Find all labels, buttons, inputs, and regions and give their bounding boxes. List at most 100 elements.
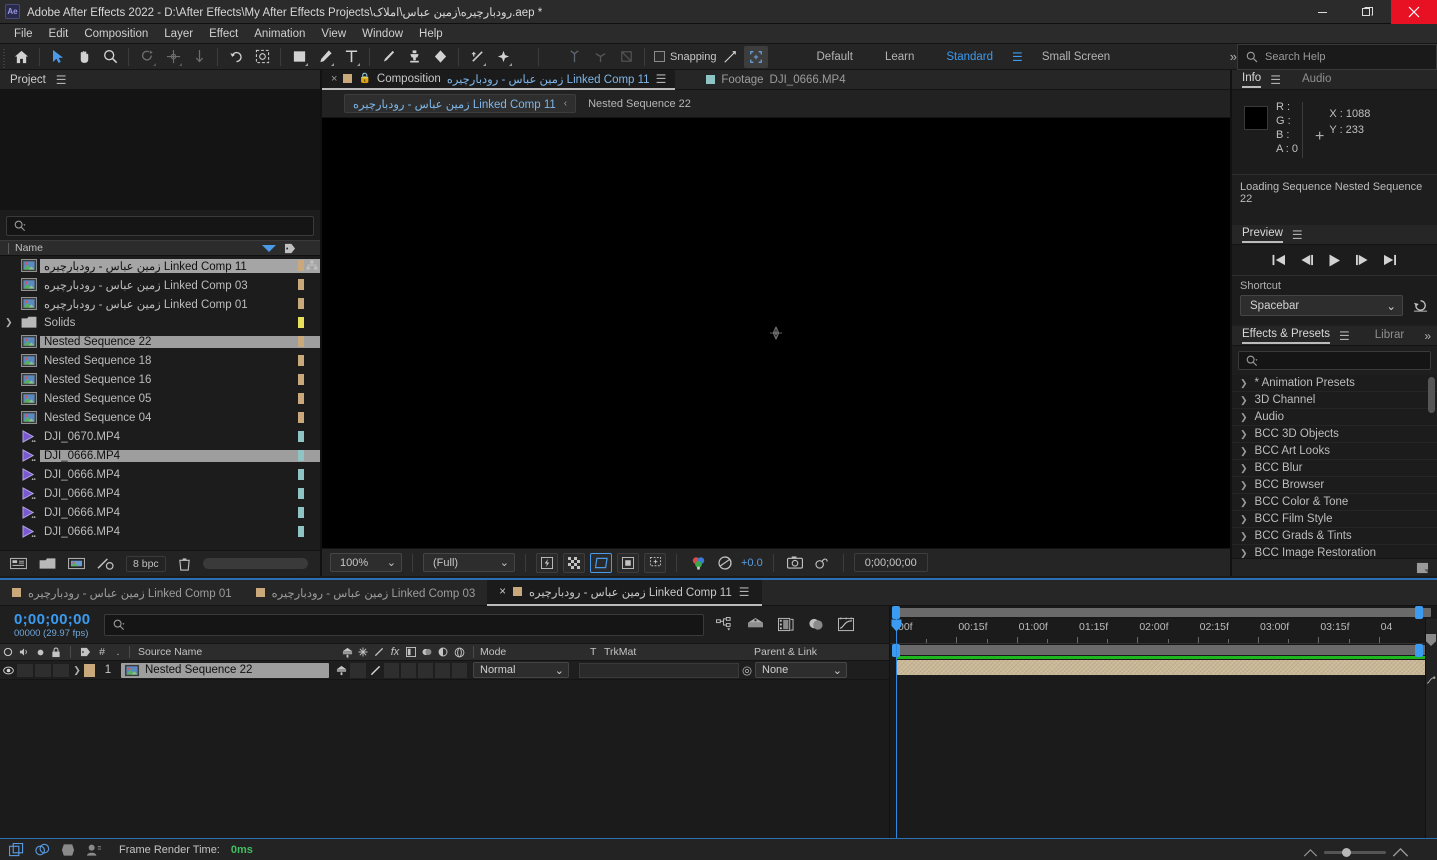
current-time-display[interactable]: 0;00;00;00 00000 (29.97 fps) [0, 611, 104, 639]
show-snapshot-icon[interactable] [811, 553, 833, 573]
layer-disclosure-icon[interactable]: ❯ [70, 665, 84, 676]
fast-preview-icon[interactable] [536, 552, 558, 573]
keyframe-nav-handle[interactable] [1426, 634, 1436, 646]
info-panel-menu-icon[interactable]: ☰ [1270, 73, 1281, 87]
project-item[interactable]: زمین عباس - رودبارچیره Linked Comp 03 [0, 275, 320, 294]
layer-mode-select[interactable]: Normal ⌄ [473, 662, 569, 678]
disclosure-triangle-icon[interactable]: ❯ [1240, 446, 1248, 457]
graph-editor-icon[interactable] [838, 617, 855, 632]
new-folder-interpret-icon[interactable] [10, 557, 27, 570]
tab-audio[interactable]: Audio [1302, 73, 1331, 87]
workspace-menu-icon[interactable]: ☰ [1009, 50, 1026, 64]
camera-tool-icon[interactable] [161, 46, 185, 68]
draft-3d-icon[interactable] [747, 617, 764, 632]
maximize-button[interactable] [1345, 0, 1391, 24]
tab-libraries[interactable]: Librar [1375, 329, 1404, 343]
motion-path-icon[interactable] [1426, 675, 1436, 685]
snapshot-icon[interactable] [784, 553, 806, 573]
layer-solo-toggle[interactable] [35, 663, 51, 677]
menu-file[interactable]: File [6, 26, 41, 42]
selection-tool-icon[interactable] [46, 46, 70, 68]
chevron-left-icon[interactable]: ‹ [564, 98, 567, 109]
in-out-panel-icon[interactable] [61, 843, 75, 857]
effects-category-row[interactable]: ❯ BCC Browser [1232, 477, 1437, 494]
work-area-end-handle[interactable] [1415, 644, 1423, 657]
menu-view[interactable]: View [313, 26, 354, 42]
composition-canvas[interactable] [322, 118, 1230, 548]
transform-box-icon[interactable] [743, 45, 768, 68]
toolbar-grip[interactable] [0, 43, 8, 70]
disclosure-triangle-icon[interactable]: ❯ [1240, 412, 1248, 423]
search-help-field[interactable]: Search Help [1237, 44, 1437, 70]
disclosure-triangle-icon[interactable]: ❯ [1240, 480, 1248, 491]
workspace-small-screen[interactable]: Small Screen [1026, 48, 1126, 66]
workspace-standard[interactable]: Standard [930, 48, 1009, 66]
project-item[interactable]: Nested Sequence 04 [0, 408, 320, 427]
project-item[interactable]: زمین عباس - رودبارچیره Linked Comp 01 [0, 294, 320, 313]
timeline-navigator[interactable] [890, 606, 1437, 619]
pin-star-icon[interactable] [491, 46, 515, 68]
timeline-tab[interactable]: زمین عباس - رودبارچیره Linked Comp 01 [0, 580, 244, 606]
breadcrumb-child-name[interactable]: Nested Sequence 22 [588, 98, 691, 110]
menu-composition[interactable]: Composition [76, 26, 156, 42]
layer-visibility-icon[interactable] [0, 661, 16, 680]
prev-frame-icon[interactable] [1300, 254, 1314, 267]
type-tool-icon[interactable] [339, 46, 363, 68]
layer-collapse-toggle[interactable] [350, 662, 366, 678]
layer-fx-toggle[interactable] [384, 662, 399, 678]
disclosure-triangle-icon[interactable]: ❯ [1240, 395, 1248, 406]
project-item[interactable]: Nested Sequence 16 [0, 370, 320, 389]
breadcrumb[interactable]: زمین عباس - رودبارچیره Linked Comp 11 ‹ [344, 94, 577, 113]
effects-category-row[interactable]: ❯ BCC 3D Objects [1232, 426, 1437, 443]
transparency-grid-icon[interactable] [563, 552, 585, 573]
zoom-out-icon[interactable] [1303, 848, 1318, 857]
disclosure-triangle-icon[interactable]: ❯ [1240, 463, 1248, 474]
workspace-overflow-icon[interactable]: » [1230, 49, 1237, 64]
effects-category-row[interactable]: ❯ * Animation Presets [1232, 375, 1437, 392]
effects-category-row[interactable]: ❯ BCC Film Style [1232, 511, 1437, 528]
layer-3d-extra-toggle[interactable] [452, 662, 467, 678]
last-frame-icon[interactable] [1383, 254, 1397, 267]
source-name-column-header[interactable]: Source Name [134, 646, 339, 658]
project-item[interactable]: DJI_0666.MP4 [0, 522, 320, 541]
disclosure-triangle-icon[interactable]: ❯ [1240, 514, 1248, 525]
timeline-tab-strip[interactable]: زمین عباس - رودبارچیره Linked Comp 01 زمی… [0, 579, 1437, 606]
render-queue-icon[interactable] [86, 843, 102, 857]
layer-frameblend-toggle[interactable] [401, 662, 416, 678]
snap-align-icon[interactable] [718, 46, 742, 68]
project-item[interactable]: Nested Sequence 18 [0, 351, 320, 370]
project-item-list[interactable]: زمین عباس - رودبارچیره Linked Comp 11 زمی… [0, 256, 320, 550]
effects-category-row[interactable]: ❯ BCC Image Restoration [1232, 545, 1437, 558]
snapping-toggle[interactable]: Snapping [654, 51, 717, 63]
layer-trkmat-select[interactable] [579, 662, 739, 678]
hand-tool-icon[interactable] [72, 46, 96, 68]
mask-visibility-icon[interactable] [644, 552, 666, 573]
disclosure-triangle-icon[interactable]: ❯ [1240, 497, 1248, 508]
next-frame-icon[interactable] [1355, 254, 1369, 267]
rotation-tool-icon[interactable] [135, 46, 159, 68]
tab-preview[interactable]: Preview [1242, 227, 1283, 243]
trkmat-column-header[interactable]: TrkMat [604, 646, 754, 658]
layer-motionblur-toggle[interactable] [418, 662, 433, 678]
region-of-interest-icon[interactable] [590, 552, 612, 573]
navigator-range[interactable] [896, 608, 1431, 617]
new-animation-preset-icon[interactable] [1416, 562, 1429, 574]
timeline-layer-row[interactable]: ❯ 1 Nested Sequence 22 Normal ⌄ ◎ None ⌄ [0, 661, 889, 680]
disclosure-triangle-icon[interactable]: ❯ [5, 317, 13, 328]
work-area-bar[interactable] [890, 644, 1437, 657]
exposure-value[interactable]: +0.0 [741, 557, 763, 569]
pan-behind-tool-icon[interactable] [187, 46, 211, 68]
project-item[interactable]: DJI_0666.MP4 [0, 503, 320, 522]
zoom-in-icon[interactable] [1392, 848, 1409, 857]
parent-pickwhip-icon[interactable]: ◎ [739, 663, 755, 677]
close-icon[interactable]: × [499, 586, 506, 598]
effects-panel-menu-icon[interactable]: ☰ [1339, 329, 1350, 343]
workspace-default[interactable]: Default [801, 48, 869, 66]
disclosure-triangle-icon[interactable]: ❯ [1240, 548, 1248, 559]
lock-icon[interactable]: 🔒 [358, 73, 370, 84]
toggle-switches-modes-icon[interactable] [9, 842, 24, 857]
project-panel-menu-icon[interactable]: ☰ [56, 73, 67, 87]
effects-category-row[interactable]: ❯ Audio [1232, 409, 1437, 426]
disclosure-triangle-icon[interactable]: ❯ [1240, 531, 1248, 542]
local-axis-icon[interactable] [562, 46, 586, 68]
